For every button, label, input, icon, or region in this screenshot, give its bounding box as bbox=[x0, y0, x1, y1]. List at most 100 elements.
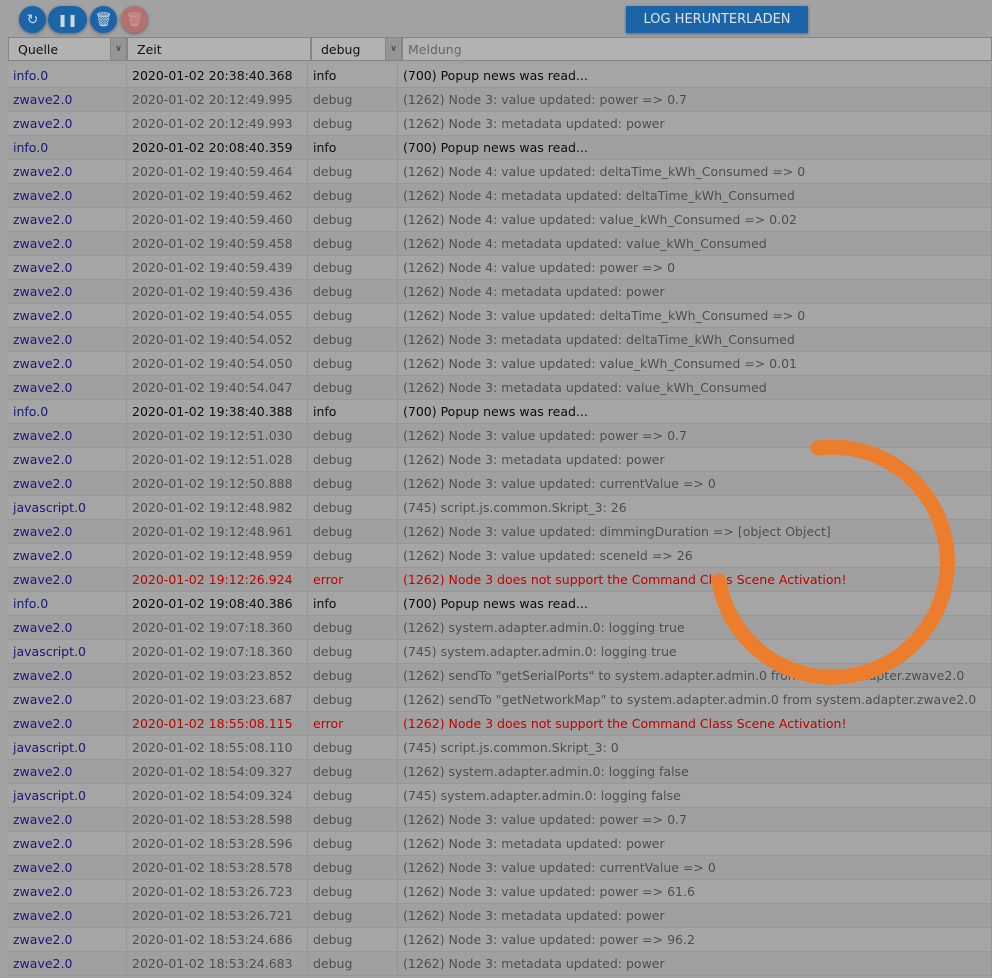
log-level: info bbox=[308, 64, 398, 87]
log-message: (1262) sendTo "getNetworkMap" to system.… bbox=[398, 688, 992, 711]
log-row: javascript.0 2020-01-02 18:55:08.110 debug… bbox=[8, 736, 992, 760]
log-row: zwave2.0 2020-01-02 20:12:49.995 debug (126… bbox=[8, 88, 992, 112]
log-source: zwave2.0 bbox=[8, 472, 127, 495]
message-filter-placeholder: Meldung bbox=[408, 41, 462, 57]
log-source: zwave2.0 bbox=[8, 208, 127, 231]
log-source: zwave2.0 bbox=[8, 232, 127, 255]
log-time: 2020-01-02 19:40:54.055 bbox=[127, 304, 308, 327]
log-message: (1262) Node 3: value updated: deltaTime_… bbox=[398, 304, 992, 327]
log-row: zwave2.0 2020-01-02 18:53:26.721 debug (126… bbox=[8, 904, 992, 928]
log-level: error bbox=[308, 568, 398, 591]
log-message: (1262) Node 3: metadata updated: power bbox=[398, 904, 992, 927]
loading-spinner bbox=[711, 439, 955, 685]
log-level: info bbox=[308, 592, 398, 615]
log-level: debug bbox=[308, 616, 398, 639]
level-filter[interactable]: debug ∨ bbox=[311, 37, 402, 61]
log-row: zwave2.0 2020-01-02 18:53:28.596 debug (126… bbox=[8, 832, 992, 856]
log-time: 2020-01-02 19:40:54.050 bbox=[127, 352, 308, 375]
log-level: debug bbox=[308, 952, 398, 975]
log-time: 2020-01-02 19:12:48.961 bbox=[127, 520, 308, 543]
log-level: debug bbox=[308, 328, 398, 351]
time-filter[interactable]: Zeit bbox=[127, 37, 311, 61]
message-filter-input[interactable]: Meldung bbox=[402, 37, 992, 61]
download-log-button[interactable]: LOG HERUNTERLADEN bbox=[626, 6, 808, 33]
log-time: 2020-01-02 19:40:59.464 bbox=[127, 160, 308, 183]
log-level: debug bbox=[308, 784, 398, 807]
log-level: debug bbox=[308, 232, 398, 255]
log-level: debug bbox=[308, 520, 398, 543]
log-row: zwave2.0 2020-01-02 19:40:59.464 debug (126… bbox=[8, 160, 992, 184]
log-row: zwave2.0 2020-01-02 19:03:23.687 debug (126… bbox=[8, 688, 992, 712]
log-time: 2020-01-02 20:12:49.995 bbox=[127, 88, 308, 111]
source-filter[interactable]: Quelle ∨ bbox=[8, 37, 127, 61]
delete-file-button[interactable]: 🗑 bbox=[121, 6, 148, 33]
log-time: 2020-01-02 18:53:28.596 bbox=[127, 832, 308, 855]
log-message: (1262) Node 4: metadata updated: value_k… bbox=[398, 232, 992, 255]
log-message: (1262) Node 3: value updated: value_kWh_… bbox=[398, 352, 992, 375]
log-time: 2020-01-02 18:53:26.723 bbox=[127, 880, 308, 903]
log-row: zwave2.0 2020-01-02 18:53:28.578 debug (126… bbox=[8, 856, 992, 880]
filter-header: Quelle ∨ Zeit debug ∨ Meldung bbox=[8, 37, 992, 61]
log-source: javascript.0 bbox=[8, 640, 127, 663]
log-row: info.0 2020-01-02 20:38:40.368 info (700) P… bbox=[8, 64, 992, 88]
log-source: zwave2.0 bbox=[8, 112, 127, 135]
log-time: 2020-01-02 19:40:59.462 bbox=[127, 184, 308, 207]
log-level: debug bbox=[308, 208, 398, 231]
log-row: zwave2.0 2020-01-02 19:40:59.439 debug (126… bbox=[8, 256, 992, 280]
log-time: 2020-01-02 19:07:18.360 bbox=[127, 640, 308, 663]
log-source: zwave2.0 bbox=[8, 808, 127, 831]
log-row: zwave2.0 2020-01-02 18:53:26.723 debug (126… bbox=[8, 880, 992, 904]
log-row: zwave2.0 2020-01-02 20:12:49.993 debug (126… bbox=[8, 112, 992, 136]
delete-button[interactable]: 🗑 bbox=[90, 6, 117, 33]
log-level: error bbox=[308, 712, 398, 735]
log-message: (1262) Node 4: value updated: value_kWh_… bbox=[398, 208, 992, 231]
log-message: (1262) Node 3: value updated: currentVal… bbox=[398, 856, 992, 879]
chevron-down-icon[interactable]: ∨ bbox=[385, 38, 401, 60]
log-message: (700) Popup news was read... bbox=[398, 400, 992, 423]
log-row: zwave2.0 2020-01-02 19:40:54.047 debug (126… bbox=[8, 376, 992, 400]
log-source: javascript.0 bbox=[8, 784, 127, 807]
log-source: zwave2.0 bbox=[8, 520, 127, 543]
log-level: debug bbox=[308, 184, 398, 207]
log-row: javascript.0 2020-01-02 18:54:09.324 debug… bbox=[8, 784, 992, 808]
log-row: zwave2.0 2020-01-02 18:53:24.686 debug (126… bbox=[8, 928, 992, 952]
pause-button[interactable]: ❚❚ bbox=[48, 6, 87, 33]
log-row: zwave2.0 2020-01-02 18:54:09.327 debug (126… bbox=[8, 760, 992, 784]
log-source: zwave2.0 bbox=[8, 928, 127, 951]
log-time: 2020-01-02 19:12:50.888 bbox=[127, 472, 308, 495]
log-message: (1262) Node 4: metadata updated: power bbox=[398, 280, 992, 303]
chevron-down-icon[interactable]: ∨ bbox=[110, 38, 126, 60]
log-source: zwave2.0 bbox=[8, 952, 127, 975]
log-time: 2020-01-02 18:54:09.324 bbox=[127, 784, 308, 807]
log-time: 2020-01-02 19:12:51.030 bbox=[127, 424, 308, 447]
log-level: debug bbox=[308, 808, 398, 831]
log-source: javascript.0 bbox=[8, 496, 127, 519]
log-row: zwave2.0 2020-01-02 19:40:54.050 debug (126… bbox=[8, 352, 992, 376]
refresh-button[interactable]: ↻ bbox=[19, 6, 46, 33]
log-level: info bbox=[308, 400, 398, 423]
log-message: (1262) system.adapter.admin.0: logging f… bbox=[398, 760, 992, 783]
log-time: 2020-01-02 20:12:49.993 bbox=[127, 112, 308, 135]
log-level: debug bbox=[308, 88, 398, 111]
log-message: (1262) Node 4: metadata updated: deltaTi… bbox=[398, 184, 992, 207]
log-message: (700) Popup news was read... bbox=[398, 64, 992, 87]
log-level: debug bbox=[308, 352, 398, 375]
log-message: (1262) Node 3: value updated: power => 6… bbox=[398, 880, 992, 903]
log-row: zwave2.0 2020-01-02 19:40:54.055 debug (126… bbox=[8, 304, 992, 328]
log-time: 2020-01-02 19:40:59.439 bbox=[127, 256, 308, 279]
log-level: debug bbox=[308, 760, 398, 783]
log-level: debug bbox=[308, 880, 398, 903]
log-source: info.0 bbox=[8, 136, 127, 159]
log-row: zwave2.0 2020-01-02 18:53:24.683 debug (126… bbox=[8, 952, 992, 976]
level-filter-value: debug bbox=[321, 41, 361, 57]
log-time: 2020-01-02 19:40:54.047 bbox=[127, 376, 308, 399]
log-time: 2020-01-02 18:53:24.683 bbox=[127, 952, 308, 975]
log-time: 2020-01-02 19:03:23.852 bbox=[127, 664, 308, 687]
log-message: (1262) Node 3: value updated: power => 0… bbox=[398, 808, 992, 831]
log-message: (1262) Node 3: value updated: power => 9… bbox=[398, 928, 992, 951]
log-source: info.0 bbox=[8, 400, 127, 423]
log-level: debug bbox=[308, 832, 398, 855]
log-message: (1262) Node 3: metadata updated: power bbox=[398, 832, 992, 855]
log-message: (1262) Node 4: value updated: deltaTime_… bbox=[398, 160, 992, 183]
log-time: 2020-01-02 19:03:23.687 bbox=[127, 688, 308, 711]
